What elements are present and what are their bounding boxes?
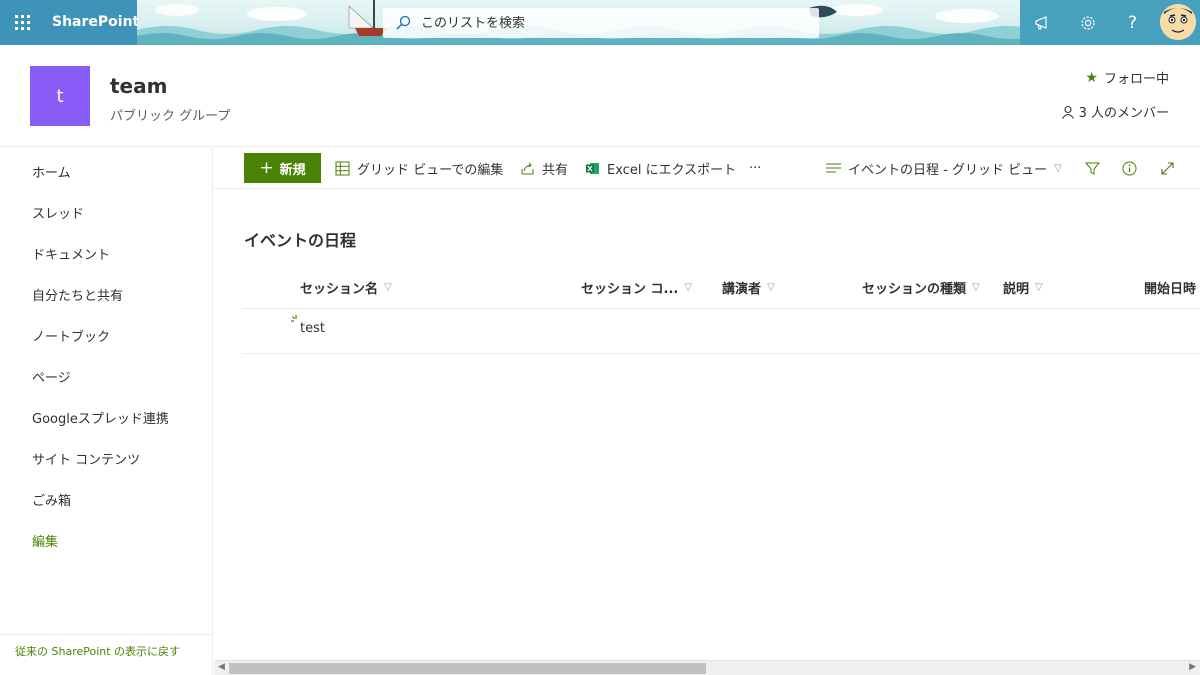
follow-button[interactable]: ★ フォロー中 [1085,68,1169,88]
info-button[interactable] [1122,148,1137,188]
list-search-box[interactable] [383,8,819,38]
plus-icon: + [259,158,274,178]
help-button[interactable]: ? [1110,0,1155,45]
suite-bar: SharePoint ? [0,0,1200,45]
filter-icon [1085,162,1100,175]
members-button[interactable]: 3 人のメンバー [1061,102,1169,121]
view-switcher[interactable]: イベントの日程 - グリッド ビュー ▽ [826,148,1062,188]
chevron-down-icon: ▽ [972,282,980,293]
site-title[interactable]: team [110,74,167,98]
column-header-start-datetime[interactable]: 開始日時 [1144,278,1196,297]
person-icon [1061,105,1074,119]
app-launcher-button[interactable] [0,0,44,45]
column-header-label: 講演者 [722,282,762,297]
star-icon: ★ [1085,69,1098,86]
expand-icon [1161,161,1174,175]
chevron-down-icon: ▽ [384,282,392,293]
grid-edit-label: グリッド ビューでの編集 [357,162,504,178]
chevron-down-icon: ▽ [684,282,693,293]
column-header-label: 開始日時 [1144,282,1197,297]
nav-item-threads[interactable]: スレッド [32,203,84,222]
nav-item-shared-with-us[interactable]: 自分たちと共有 [32,285,123,304]
waffle-icon [14,15,30,30]
horizontal-scrollbar[interactable]: ◀ ▶ [214,660,1200,675]
gear-icon [1080,15,1095,30]
new-item-button[interactable]: + 新規 [244,153,321,183]
site-header: t team パブリック グループ ★ フォロー中 3 人のメンバー [0,45,1200,147]
svg-text:X: X [587,165,593,173]
megaphone-icon [1034,15,1047,30]
column-header-label: 説明 [1003,282,1030,297]
view-name-label: イベントの日程 - グリッド ビュー [848,162,1048,178]
excel-icon: X [586,162,599,174]
classic-view-link[interactable]: 従来の SharePoint の表示に戻す [0,634,213,659]
column-header-session-name[interactable]: セッション名 ▽ [300,278,392,297]
column-header-description[interactable]: 説明 ▽ [1003,278,1043,297]
column-header-session-code[interactable]: セッション コ... ▽ [581,278,692,297]
export-excel-label: Excel にエクスポート [607,162,737,178]
chevron-down-icon: ▽ [1054,162,1062,174]
column-header-session-type[interactable]: セッションの種類 ▽ [862,278,980,297]
left-navigation: ホーム スレッド ドキュメント 自分たちと共有 ノートブック ページ Googl… [0,148,213,675]
new-item-label: 新規 [279,162,306,178]
nav-item-home[interactable]: ホーム [32,162,71,181]
export-excel-button[interactable]: X Excel にエクスポート [585,148,736,188]
feedback-button[interactable] [1020,0,1065,45]
list-title: イベントの日程 [244,231,357,250]
list-item-title[interactable]: test [300,321,325,336]
share-button[interactable]: 共有 [520,148,568,188]
user-avatar-icon [1160,4,1196,40]
nav-item-recycle-bin[interactable]: ごみ箱 [32,490,71,509]
column-header-label: セッションの種類 [862,282,967,297]
nav-edit-link[interactable]: 編集 [32,531,58,550]
nav-item-google-sheets[interactable]: Googleスプレッド連携 [32,408,169,427]
nav-item-documents[interactable]: ドキュメント [32,244,110,263]
scroll-right-icon[interactable]: ▶ [1189,662,1196,672]
list-lines-icon [826,163,841,173]
nav-item-notebook[interactable]: ノートブック [32,326,110,345]
nav-item-site-contents[interactable]: サイト コンテンツ [32,449,140,468]
column-header-label: セッション コ... [581,282,679,297]
site-logo[interactable]: t [30,66,90,126]
site-subtitle: パブリック グループ [110,109,231,124]
question-icon: ? [1127,12,1138,33]
suite-brand[interactable]: SharePoint [52,0,139,45]
row-divider [242,353,1200,354]
grid-icon [335,161,350,175]
fullscreen-button[interactable] [1160,148,1175,188]
search-icon [396,15,411,30]
column-header-speaker[interactable]: 講演者 ▽ [722,278,775,297]
avatar[interactable] [1160,4,1196,40]
scrollbar-thumb[interactable] [229,663,706,674]
nav-item-pages[interactable]: ページ [32,367,71,386]
share-label: 共有 [542,162,569,178]
more-commands-button[interactable]: ··· [749,148,761,188]
filter-button[interactable] [1085,148,1100,188]
chevron-down-icon: ▽ [1035,282,1043,293]
grid-edit-button[interactable]: グリッド ビューでの編集 [335,148,503,188]
scroll-left-icon[interactable]: ◀ [218,662,225,672]
column-header-label: セッション名 [300,282,379,297]
info-icon [1122,161,1137,175]
members-label: 3 人のメンバー [1078,106,1169,121]
search-input[interactable] [421,15,801,31]
header-divider [242,308,1200,309]
follow-label: フォロー中 [1103,72,1169,87]
settings-button[interactable] [1065,0,1110,45]
command-bar: + 新規 グリッド ビューでの編集 共有 X Excel にエクスポート ···… [214,148,1200,189]
chevron-down-icon: ▽ [767,282,775,293]
share-icon [521,162,534,174]
